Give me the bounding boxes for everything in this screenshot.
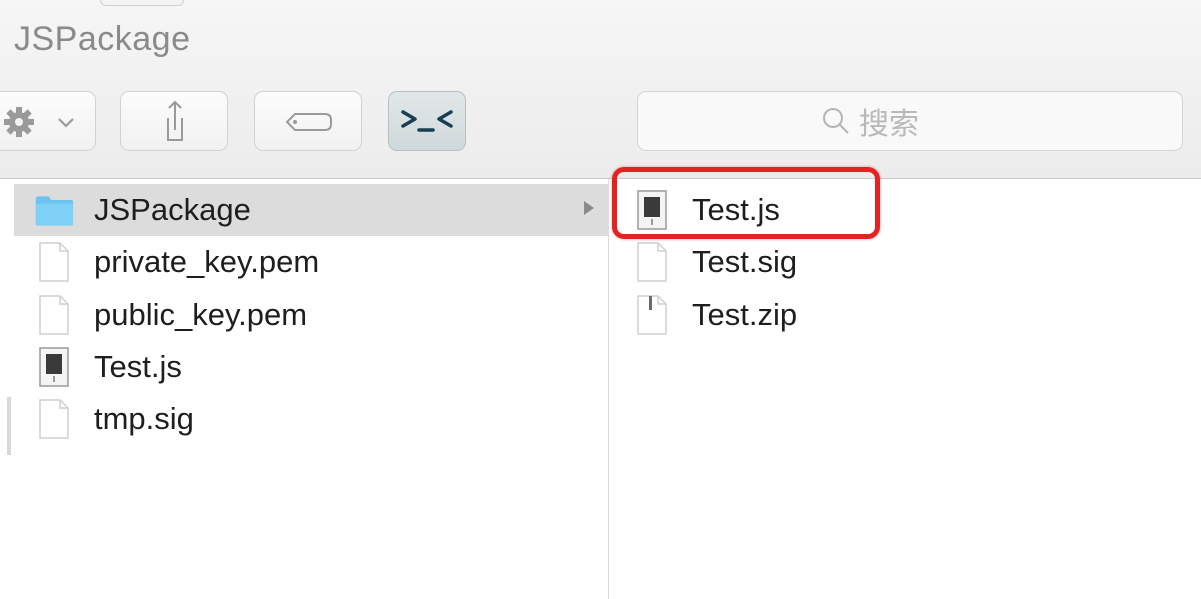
search-icon bbox=[823, 108, 849, 134]
search-placeholder: 搜索 bbox=[859, 107, 919, 142]
share-button[interactable] bbox=[120, 91, 228, 151]
document-icon bbox=[632, 242, 672, 282]
list-item-label: Test.zip bbox=[692, 297, 798, 332]
tag-button[interactable] bbox=[254, 91, 362, 151]
list-item-jspackage-folder[interactable]: JSPackage bbox=[14, 184, 608, 236]
folder-icon bbox=[34, 190, 74, 230]
window-title: JSPackage bbox=[14, 20, 191, 58]
zip-file-icon bbox=[632, 295, 672, 335]
terminal-button[interactable] bbox=[388, 91, 466, 151]
disclosure-triangle-icon bbox=[584, 201, 594, 215]
list-item-label: Test.js bbox=[94, 349, 182, 384]
list-item-label: Test.sig bbox=[692, 244, 798, 279]
tag-icon bbox=[285, 113, 332, 131]
document-icon bbox=[34, 295, 74, 335]
script-file-icon bbox=[34, 347, 74, 387]
action-button[interactable] bbox=[0, 91, 96, 151]
share-icon bbox=[167, 100, 183, 141]
list-item-public-key[interactable]: public_key.pem bbox=[14, 289, 608, 341]
toolbar: JSPackage 搜索 bbox=[0, 0, 1201, 179]
document-icon bbox=[34, 242, 74, 282]
list-item-label: tmp.sig bbox=[94, 401, 194, 436]
column-browser: JSPackage private_key.pem public_key.pem… bbox=[0, 167, 1201, 599]
red-highlight-box bbox=[612, 167, 880, 239]
list-item-test-sig[interactable]: Test.sig bbox=[612, 236, 1201, 288]
document-icon bbox=[34, 399, 74, 439]
list-item-tmp-sig[interactable]: tmp.sig bbox=[14, 393, 608, 445]
terminal-icon bbox=[401, 110, 453, 132]
gear-icon bbox=[4, 107, 74, 137]
search-inner: 搜索 bbox=[821, 102, 919, 142]
list-item-label: public_key.pem bbox=[94, 297, 308, 332]
chevron-down-icon bbox=[58, 118, 74, 128]
list-item-label: JSPackage bbox=[94, 192, 251, 227]
scroll-edge bbox=[7, 397, 11, 455]
list-item-test-zip[interactable]: Test.zip bbox=[612, 289, 1201, 341]
list-item-test-js[interactable]: Test.js bbox=[14, 341, 608, 393]
column-divider[interactable] bbox=[608, 179, 609, 599]
tab-stub bbox=[100, 0, 184, 6]
list-item-private-key[interactable]: private_key.pem bbox=[14, 236, 608, 288]
list-item-label: private_key.pem bbox=[94, 244, 320, 279]
finder-window: JSPackage 搜索 JSPackage private_key.pem p… bbox=[0, 0, 1201, 599]
search-field[interactable]: 搜索 bbox=[637, 91, 1183, 151]
